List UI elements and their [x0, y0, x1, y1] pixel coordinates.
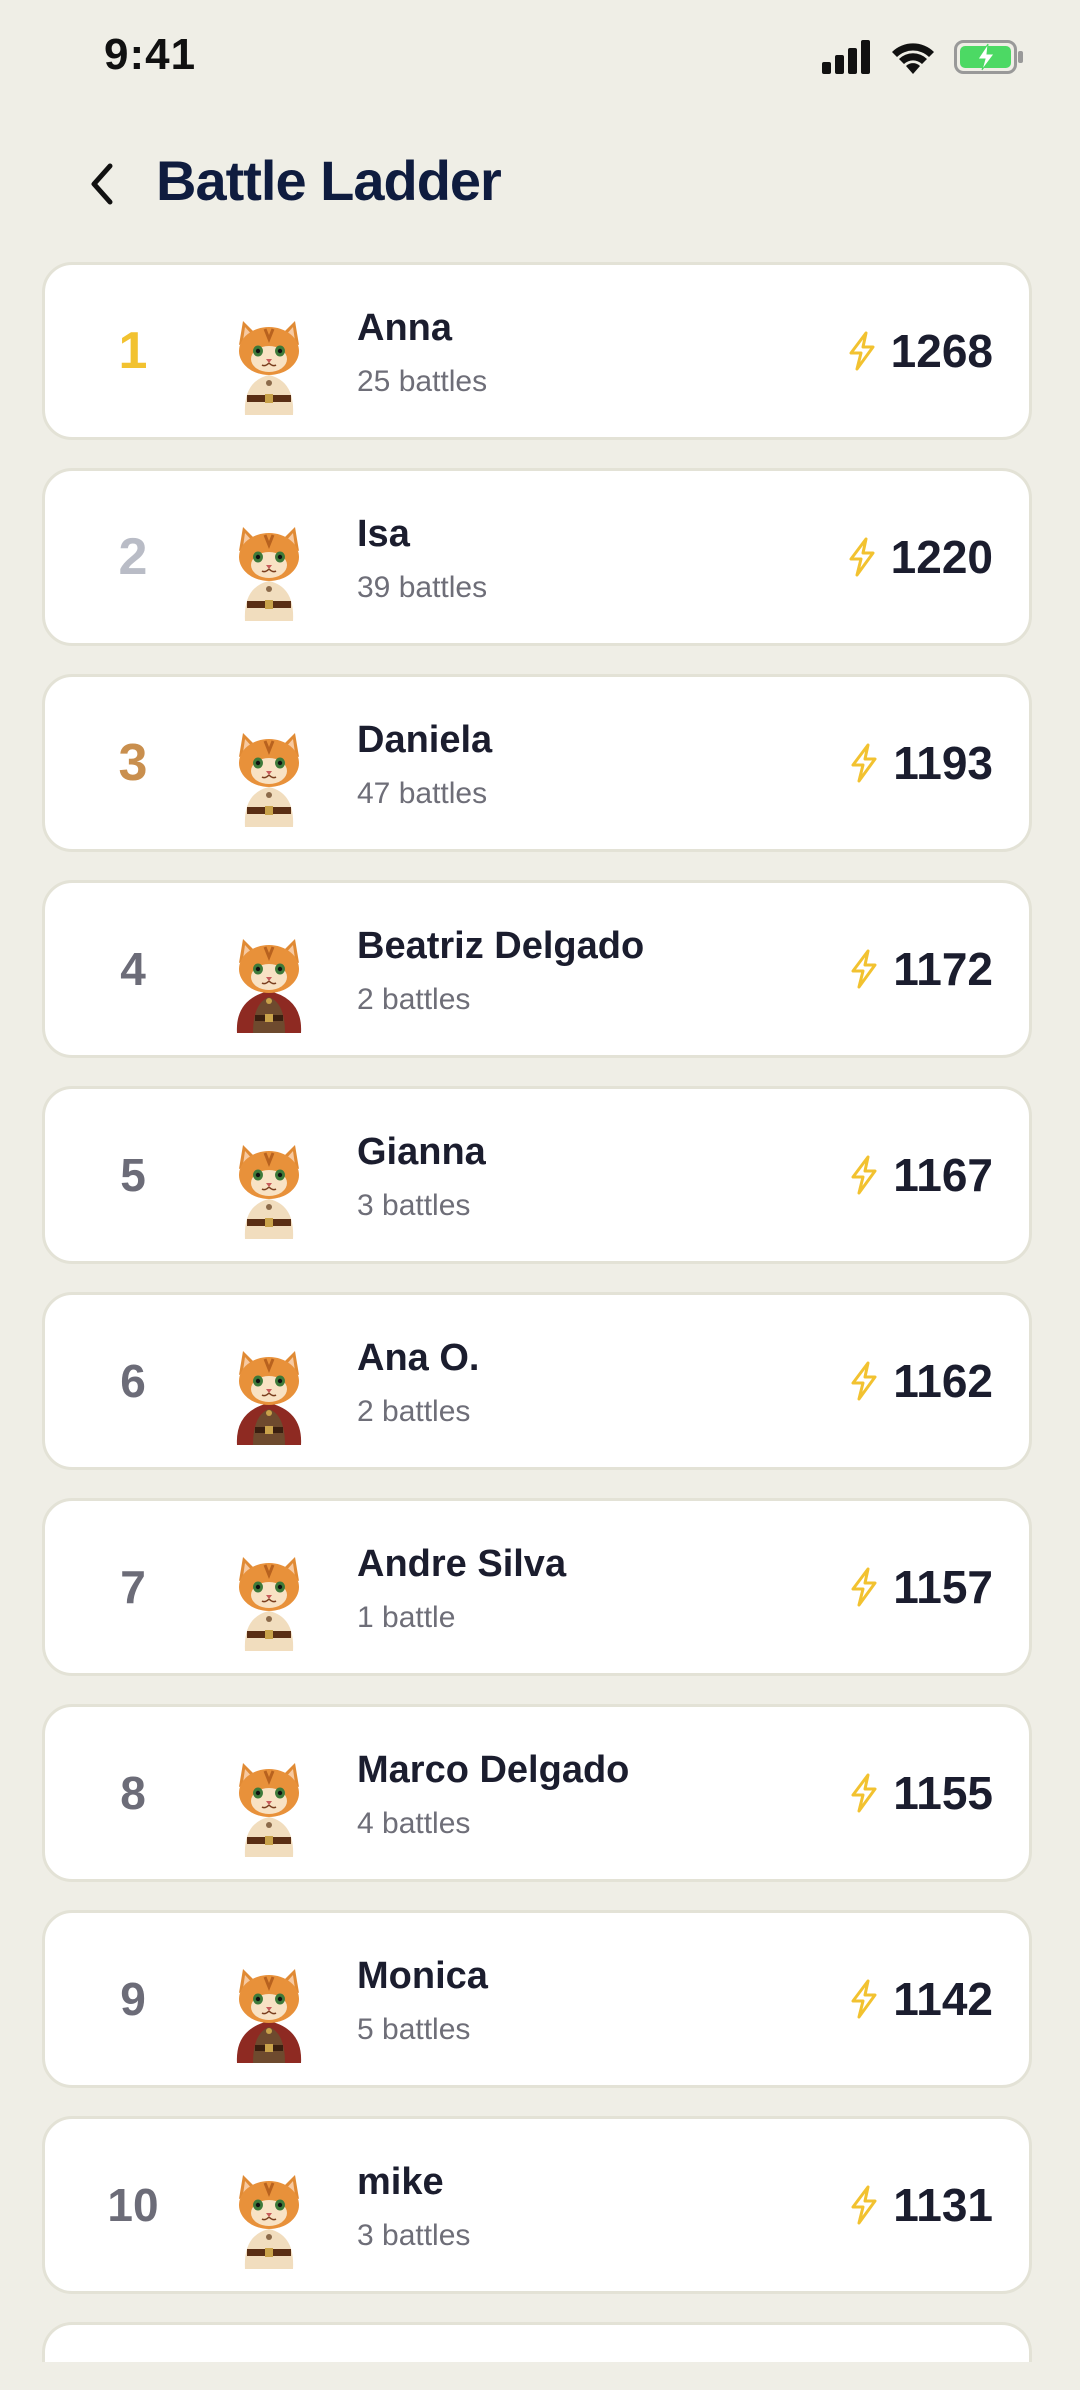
wifi-icon [892, 43, 934, 74]
player-avatar-icon [237, 1143, 301, 1239]
score: 1131 [849, 2119, 993, 2291]
player-name: Ana O. [357, 1337, 480, 1379]
player-avatar-icon [237, 319, 301, 415]
score-value: 1142 [893, 1973, 993, 2025]
player-name: Anna [357, 307, 452, 349]
score: 1167 [849, 1089, 993, 1261]
player-name: Beatriz Delgado [357, 925, 645, 967]
score-value: 1167 [893, 1149, 993, 1201]
ladder-row[interactable]: 7 Andre Silva 1 battle 1157 [42, 1498, 1032, 1676]
back-button[interactable] [70, 152, 134, 216]
rank-number: 5 [120, 1149, 146, 1201]
score-value: 1157 [893, 1561, 993, 1613]
rank-number: 1 [118, 322, 148, 380]
player-battles: 5 battles [357, 2013, 471, 2046]
player-name: Monica [357, 1955, 488, 1997]
score: 1268 [847, 265, 993, 437]
lightning-bolt-icon [851, 949, 877, 989]
player-avatar-icon [237, 2173, 301, 2269]
lightning-bolt-icon [851, 1979, 877, 2019]
rank-number: 3 [118, 734, 148, 792]
player-battles: 25 battles [357, 365, 488, 398]
ladder-row[interactable]: 1 Anna 25 battles 1268 [42, 262, 1032, 440]
page-title: Battle Ladder [156, 149, 502, 212]
player-name: Marco Delgado [357, 1749, 630, 1791]
score-value: 1193 [893, 737, 993, 789]
rank-number: 9 [120, 1973, 146, 2025]
status-bar: 9:41 [0, 0, 1080, 120]
ladder-row[interactable]: 9 Monica 5 battles 1142 [42, 1910, 1032, 2088]
player-avatar-icon [237, 1555, 301, 1651]
ladder-row[interactable]: 10 mike 3 battles 1131 [42, 2116, 1032, 2294]
lightning-bolt-icon [851, 743, 877, 783]
lightning-bolt-icon [851, 1567, 877, 1607]
lightning-bolt-icon [851, 2185, 877, 2225]
ladder-row[interactable]: 5 Gianna 3 battles 1167 [42, 1086, 1032, 1264]
score-value: 1155 [893, 1767, 993, 1819]
ladder-list: 1 Anna 25 battles 1268 2 Isa 39 battles … [42, 262, 1038, 2390]
ladder-row[interactable]: 4 Beatriz Delgado 2 battles 1172 [42, 880, 1032, 1058]
score-value: 1172 [893, 943, 993, 995]
player-name: Andre Silva [357, 1543, 567, 1585]
rank-number: 4 [120, 943, 146, 995]
rank-number: 6 [120, 1355, 146, 1407]
player-avatar-icon [237, 525, 301, 621]
lightning-bolt-icon [851, 1773, 877, 1813]
score: 1172 [849, 883, 993, 1055]
score-value: 1268 [890, 325, 993, 377]
score-value: 1162 [893, 1355, 993, 1407]
player-battles: 3 battles [357, 2219, 471, 2252]
score: 1157 [849, 1501, 993, 1673]
player-name: Daniela [357, 719, 493, 761]
score: 1142 [849, 1913, 993, 2085]
score: 1193 [849, 677, 993, 849]
player-avatar-icon [236, 1967, 302, 2063]
player-avatar-icon [236, 1349, 302, 1445]
status-icons [822, 40, 1024, 74]
player-battles: 2 battles [357, 1395, 471, 1428]
lightning-bolt-icon [851, 1361, 877, 1401]
score-value: 1220 [890, 531, 993, 583]
player-name: Isa [357, 513, 410, 555]
rank-number: 7 [120, 1561, 146, 1613]
ladder-row[interactable]: 2 Isa 39 battles 1220 [42, 468, 1032, 646]
ladder-row-partial[interactable] [42, 2322, 1032, 2362]
player-battles: 2 battles [357, 983, 471, 1016]
ladder-row[interactable]: 3 Daniela 47 battles 1193 [42, 674, 1032, 852]
score: 1155 [849, 1707, 993, 1879]
rank-number: 8 [120, 1767, 146, 1819]
player-battles: 39 battles [357, 571, 488, 604]
player-battles: 1 battle [357, 1601, 456, 1634]
score: 1220 [847, 471, 993, 643]
player-avatar-icon [237, 1761, 301, 1857]
score-value: 1131 [893, 2179, 993, 2231]
player-battles: 47 battles [357, 777, 488, 810]
player-name: mike [357, 2161, 444, 2203]
ladder-row[interactable]: 6 Ana O. 2 battles 1162 [42, 1292, 1032, 1470]
player-name: Gianna [357, 1131, 486, 1173]
player-avatar-icon [237, 731, 301, 827]
cellular-signal-icon [822, 40, 870, 74]
player-battles: 3 battles [357, 1189, 471, 1222]
battery-charging-icon [954, 40, 1023, 74]
lightning-bolt-icon [849, 331, 875, 371]
status-time: 9:41 [104, 30, 197, 79]
player-battles: 4 battles [357, 1807, 471, 1840]
rank-number: 2 [118, 528, 148, 586]
chevron-left-icon [91, 163, 113, 205]
ladder-row[interactable]: 8 Marco Delgado 4 battles 1155 [42, 1704, 1032, 1882]
rank-number: 10 [107, 2179, 159, 2231]
lightning-bolt-icon [851, 1155, 877, 1195]
player-avatar-icon [236, 937, 302, 1033]
score: 1162 [849, 1295, 993, 1467]
lightning-bolt-icon [849, 537, 875, 577]
header: Battle Ladder [0, 140, 1080, 230]
